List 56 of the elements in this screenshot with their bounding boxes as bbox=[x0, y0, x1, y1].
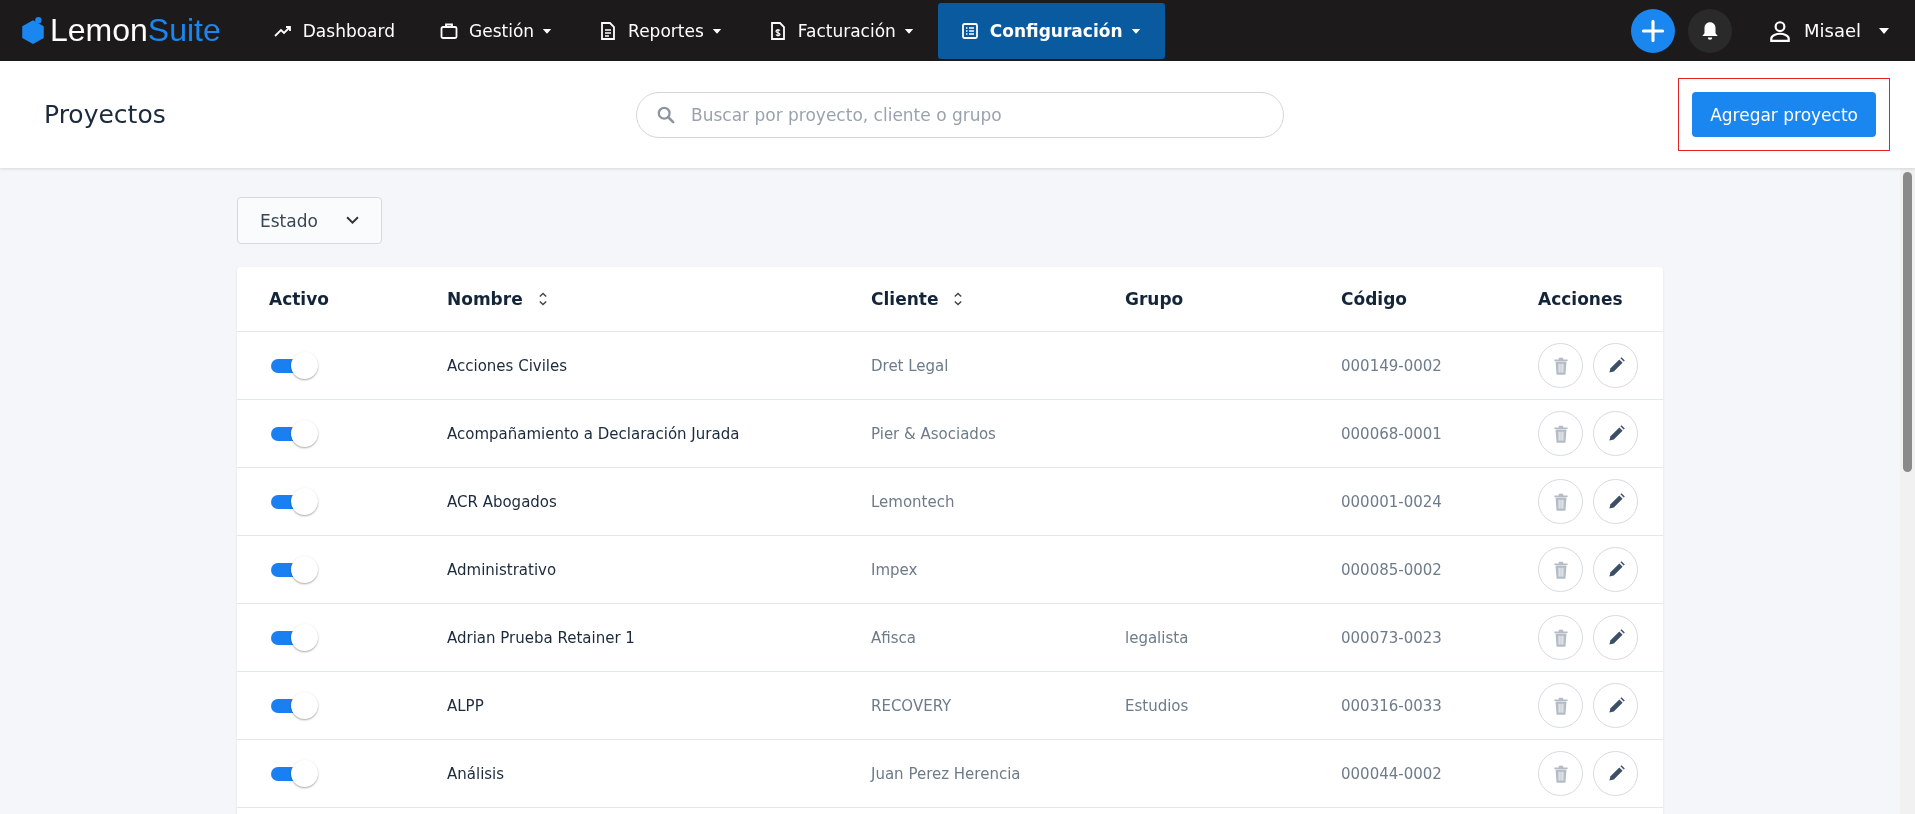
project-name: Acciones Civiles bbox=[447, 356, 568, 375]
nav-menu-item[interactable]: Facturación bbox=[745, 0, 938, 61]
project-code: 000085-0002 bbox=[1341, 560, 1442, 579]
nav-menu-item[interactable]: Gestión bbox=[417, 0, 577, 61]
project-code: 000044-0002 bbox=[1341, 764, 1442, 783]
nav-menu-item[interactable]: Dashboard bbox=[250, 0, 417, 61]
nav-menu-item[interactable]: Configuración bbox=[937, 2, 1165, 59]
chevron-down-icon bbox=[345, 216, 359, 225]
project-code: 000068-0001 bbox=[1341, 424, 1442, 443]
add-button[interactable] bbox=[1631, 8, 1675, 53]
sortable-column-header[interactable]: Nombre bbox=[447, 289, 523, 309]
edit-button[interactable] bbox=[1593, 411, 1638, 456]
project-code: 000073-0023 bbox=[1341, 628, 1442, 647]
project-code: 000316-0033 bbox=[1341, 696, 1442, 715]
edit-button[interactable] bbox=[1593, 479, 1638, 524]
add-project-button[interactable]: Agregar proyecto bbox=[1692, 92, 1876, 137]
hexagon-logo-icon bbox=[20, 16, 46, 45]
page-title: Proyectos bbox=[44, 100, 167, 129]
client-name: Afisca bbox=[871, 628, 916, 647]
project-name: Análisis bbox=[447, 764, 505, 783]
column-header: Grupo bbox=[1125, 289, 1184, 309]
edit-button[interactable] bbox=[1593, 683, 1638, 728]
column-header: Acciones bbox=[1538, 289, 1623, 309]
notifications-button[interactable] bbox=[1688, 8, 1732, 53]
edit-button[interactable] bbox=[1593, 615, 1638, 660]
project-name: Administrativo bbox=[447, 560, 557, 579]
group-name: Estudios bbox=[1125, 696, 1189, 715]
edit-button[interactable] bbox=[1593, 547, 1638, 592]
column-header: Código bbox=[1341, 289, 1407, 309]
person-icon bbox=[1768, 18, 1792, 43]
project-name: Acompañamiento a Declaración Jurada bbox=[447, 424, 740, 443]
client-name: Impex bbox=[871, 560, 918, 579]
project-code: 000149-0002 bbox=[1341, 356, 1442, 375]
client-name: Juan Perez Herencia bbox=[871, 764, 1021, 783]
group-name: legalista bbox=[1125, 628, 1189, 647]
sortable-column-header[interactable]: Cliente bbox=[871, 289, 939, 309]
caret-icon bbox=[1879, 27, 1889, 34]
edit-button[interactable] bbox=[1593, 343, 1638, 388]
search-icon bbox=[657, 105, 675, 124]
column-header: Activo bbox=[269, 289, 329, 309]
project-name: ALPP bbox=[447, 696, 484, 715]
scrollbar[interactable] bbox=[1900, 168, 1915, 814]
nav-menu-item[interactable]: Reportes bbox=[576, 0, 746, 61]
project-code: 000001-0024 bbox=[1341, 492, 1442, 511]
client-name: Dret Legal bbox=[871, 356, 949, 375]
brand-logo[interactable]: LemonSuite bbox=[20, 12, 221, 49]
client-name: RECOVERY bbox=[871, 696, 952, 715]
project-name: Adrian Prueba Retainer 1 bbox=[447, 628, 635, 647]
list-icon bbox=[959, 20, 980, 41]
plus-icon bbox=[1641, 18, 1665, 43]
project-name: ACR Abogados bbox=[447, 492, 557, 511]
user-menu[interactable]: Misael bbox=[1762, 17, 1895, 44]
edit-button[interactable] bbox=[1593, 751, 1638, 796]
status-filter-dropdown[interactable]: Estado bbox=[237, 197, 382, 244]
client-name: Lemontech bbox=[871, 492, 955, 511]
client-name: Pier & Asociados bbox=[871, 424, 996, 443]
